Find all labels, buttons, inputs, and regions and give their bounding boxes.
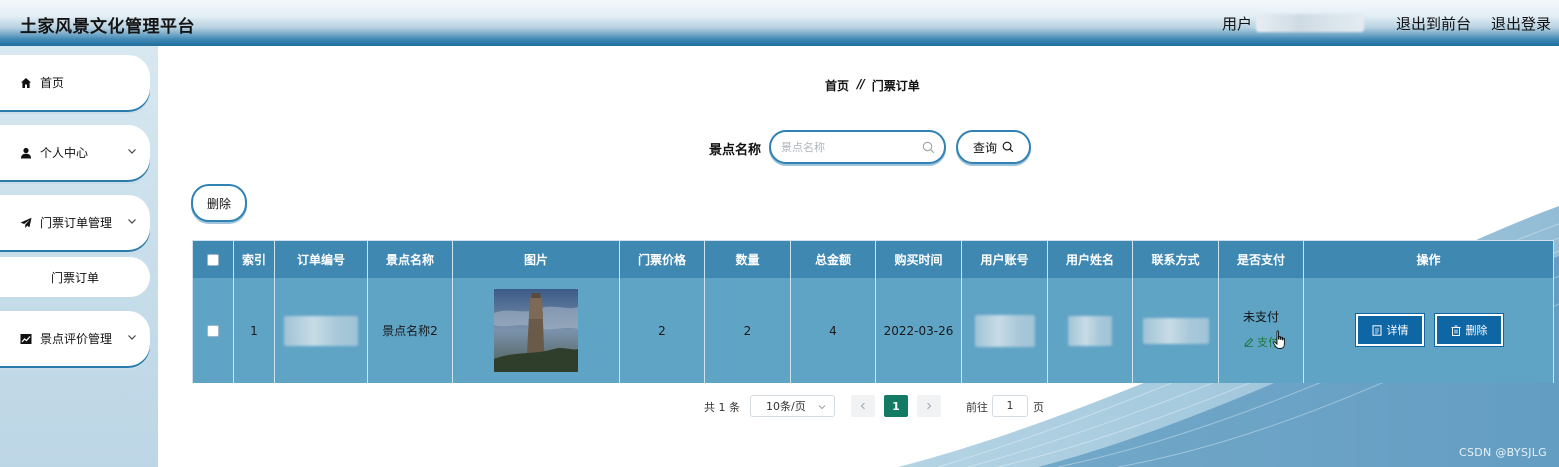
cell-user-account — [962, 278, 1048, 383]
cell-total: 4 — [791, 278, 876, 383]
chevron-right-icon — [927, 402, 932, 410]
select-all-checkbox[interactable] — [207, 253, 219, 266]
query-button[interactable]: 查询 — [956, 130, 1031, 164]
detail-button-label: 详情 — [1386, 324, 1409, 337]
cell-image — [453, 278, 620, 383]
page-unit-label: 页 — [1033, 401, 1044, 414]
document-icon — [1372, 324, 1381, 336]
contact-redacted — [1142, 317, 1209, 344]
column-header: 是否支付 — [1219, 241, 1304, 278]
pagination-total: 共 1 条 — [704, 401, 740, 414]
breadcrumb: 首页 // 门票订单 — [825, 77, 920, 94]
select-all-cell — [193, 241, 234, 278]
attraction-thumbnail — [494, 289, 578, 372]
chevron-down-icon — [126, 215, 138, 227]
search-input[interactable] — [781, 139, 921, 155]
column-header: 索引 — [234, 241, 275, 278]
search-icon — [922, 141, 935, 154]
cell-user-name — [1048, 278, 1133, 383]
cell-purchase-time: 2022-03-26 — [876, 278, 962, 383]
page-number-current[interactable]: 1 — [884, 395, 908, 417]
sidebar-item-home[interactable]: 首页 — [0, 55, 150, 110]
table-header: 索引 订单编号 景点名称 图片 门票价格 数量 总金额 购买时间 用户账号 用户… — [193, 241, 1553, 278]
orders-table: 索引 订单编号 景点名称 图片 门票价格 数量 总金额 购买时间 用户账号 用户… — [192, 240, 1554, 383]
page-size-select[interactable]: 10条/页 — [750, 395, 835, 417]
pay-status-text: 未支付 — [1242, 310, 1279, 324]
chevron-down-icon — [126, 145, 138, 157]
order-number-redacted — [284, 315, 358, 346]
column-header: 门票价格 — [620, 241, 705, 278]
column-header: 联系方式 — [1133, 241, 1219, 278]
row-delete-button-label: 删除 — [1465, 324, 1488, 337]
user-account-redacted — [974, 314, 1035, 347]
sidebar-item-label: 首页 — [40, 76, 65, 90]
main-content: 首页 // 门票订单 景点名称 查询 删除 索引 订单编号 景点名称 图片 门票… — [158, 46, 1559, 467]
sidebar-item-label: 门票订单管理 — [40, 216, 113, 230]
query-button-label: 查询 — [972, 140, 997, 155]
sidebar-item-label: 景点评价管理 — [40, 332, 113, 346]
page-size-value: 10条/页 — [766, 400, 806, 413]
sidebar: 首页 个人中心 门票订单管理 门票订单 景点评价管理 — [0, 46, 158, 467]
detail-button[interactable]: 详情 — [1355, 313, 1425, 347]
cell-contact — [1133, 278, 1219, 383]
cell-attraction-name: 景点名称2 — [368, 278, 453, 383]
column-header: 图片 — [453, 241, 620, 278]
row-delete-button[interactable]: 删除 — [1434, 313, 1504, 347]
breadcrumb-home[interactable]: 首页 — [825, 77, 849, 94]
cell-index: 1 — [234, 278, 275, 383]
column-header: 用户账号 — [962, 241, 1048, 278]
chevron-down-icon — [818, 405, 826, 410]
chevron-left-icon — [860, 402, 865, 410]
search-icon — [1002, 141, 1014, 153]
column-header: 用户姓名 — [1048, 241, 1133, 278]
edit-icon — [1244, 337, 1254, 347]
chevron-down-icon — [126, 331, 138, 343]
user-label: 用户 — [1221, 14, 1252, 33]
search-label: 景点名称 — [709, 143, 762, 158]
user-icon — [19, 146, 33, 160]
home-icon — [19, 76, 33, 90]
app-title: 土家风景文化管理平台 — [20, 17, 195, 37]
column-header: 操作 — [1416, 253, 1441, 267]
table-row: 1 景点名称2 2 2 4 2022-03-26 未支付 支付 详情 删除 — [193, 278, 1553, 383]
column-header: 总金额 — [791, 241, 876, 278]
next-page-button[interactable] — [917, 395, 941, 417]
column-header: 订单编号 — [275, 241, 368, 278]
prev-page-button[interactable] — [851, 395, 875, 417]
goto-page-input[interactable]: 1 — [992, 395, 1028, 417]
row-select-cell — [193, 278, 234, 383]
user-name-redacted — [1068, 315, 1112, 346]
cell-actions: 详情 删除 — [1304, 278, 1553, 383]
logout-link[interactable]: 退出登录 — [1491, 13, 1551, 34]
cell-ticket-price: 2 — [620, 278, 705, 383]
sidebar-item-ticket-order-management[interactable]: 门票订单管理 — [0, 195, 150, 250]
sidebar-item-label: 个人中心 — [40, 146, 89, 160]
pagination: 共 1 条 10条/页 1 前往 1 页 — [158, 395, 1559, 417]
sidebar-subitem-ticket-orders[interactable]: 门票订单 — [0, 257, 150, 297]
cell-pay-status: 未支付 支付 — [1219, 278, 1304, 383]
username-redacted — [1255, 14, 1364, 32]
sidebar-item-personal-center[interactable]: 个人中心 — [0, 125, 150, 180]
chart-icon — [19, 332, 33, 346]
header-user-area: 用户 退出到前台 退出登录 — [1222, 12, 1551, 34]
column-header: 数量 — [705, 241, 791, 278]
cell-quantity: 2 — [705, 278, 791, 383]
search-box — [769, 130, 946, 164]
breadcrumb-current: 门票订单 — [871, 79, 920, 93]
top-header: 土家风景文化管理平台 用户 退出到前台 退出登录 — [0, 0, 1559, 46]
paper-plane-icon — [19, 216, 33, 230]
hand-cursor-icon — [1272, 330, 1285, 349]
trash-icon — [1451, 325, 1460, 336]
watermark-text: CSDN @BYSJLG — [1458, 446, 1547, 459]
back-to-frontend-link[interactable]: 退出到前台 — [1396, 13, 1471, 34]
breadcrumb-separator: // — [857, 77, 865, 91]
cell-order-number — [275, 278, 368, 383]
row-checkbox[interactable] — [207, 324, 219, 337]
column-header: 景点名称 — [368, 241, 453, 278]
column-header: 购买时间 — [876, 241, 962, 278]
batch-delete-button[interactable]: 删除 — [191, 184, 247, 222]
goto-label: 前往 — [966, 401, 988, 414]
sidebar-item-attraction-review-management[interactable]: 景点评价管理 — [0, 311, 150, 366]
